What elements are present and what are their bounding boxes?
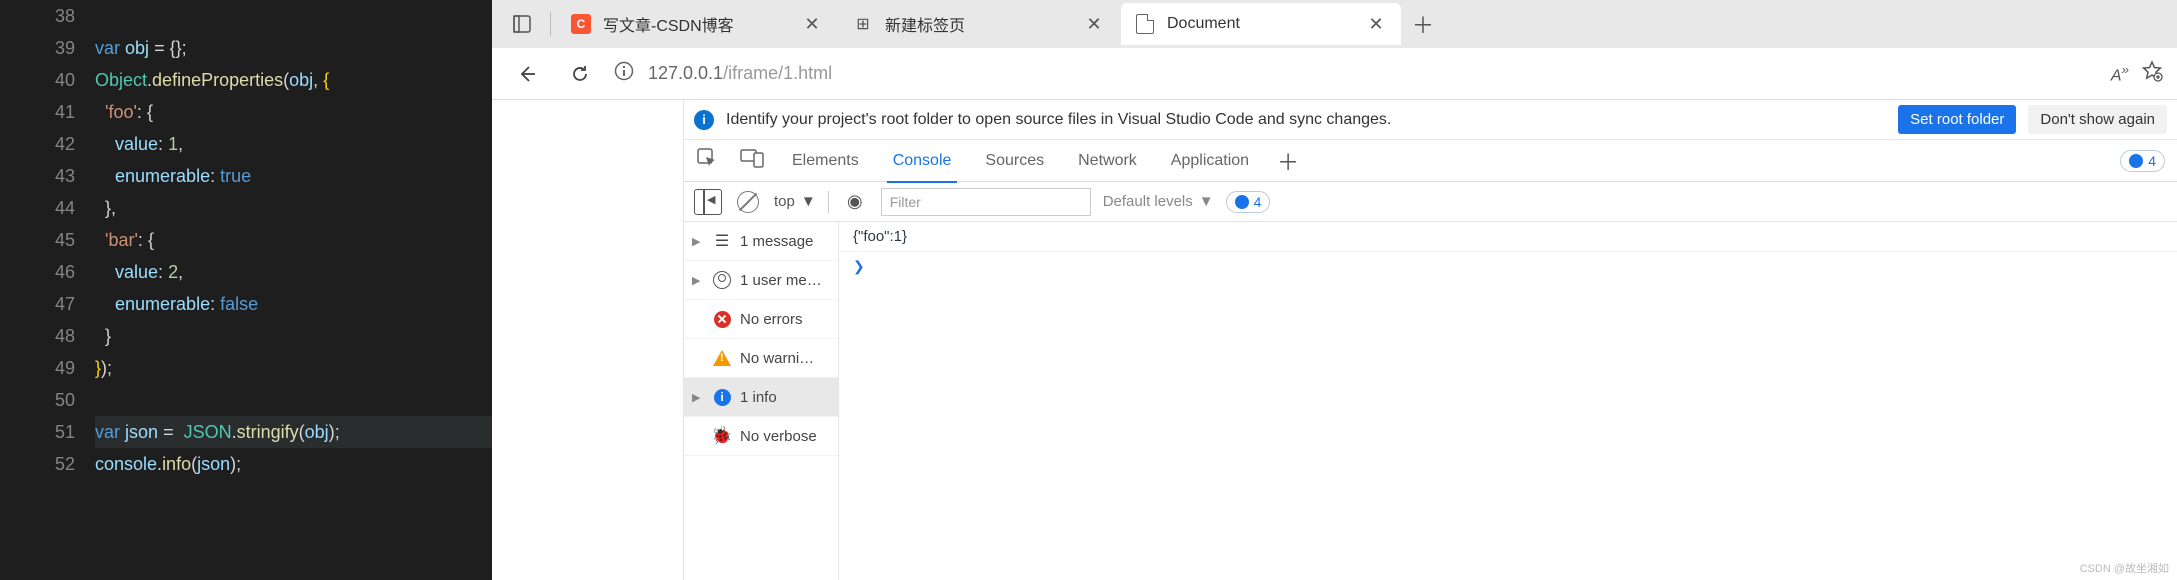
toggle-sidebar-icon[interactable] bbox=[694, 188, 722, 216]
code-line[interactable]: enumerable: true bbox=[95, 160, 492, 192]
close-icon[interactable]: ✕ bbox=[1083, 13, 1105, 35]
chevron-down-icon: ▼ bbox=[801, 193, 816, 210]
code-line[interactable]: var json = JSON.stringify(obj); bbox=[95, 416, 492, 448]
address-bar: 127.0.0.1/iframe/1.html A» bbox=[492, 48, 2177, 100]
favorites-icon[interactable] bbox=[2141, 60, 2163, 87]
code-line[interactable]: value: 1, bbox=[95, 128, 492, 160]
code-line[interactable]: enumerable: false bbox=[95, 288, 492, 320]
divider bbox=[828, 191, 829, 213]
code-line[interactable]: } bbox=[95, 320, 492, 352]
grid-icon: ⊞ bbox=[853, 14, 873, 34]
devtools-panel: i Identify your project's root folder to… bbox=[684, 100, 2177, 580]
code-line[interactable] bbox=[95, 384, 492, 416]
line-gutter: 383940414243444546474849505152 bbox=[0, 0, 95, 580]
dont-show-again-button[interactable]: Don't show again bbox=[2028, 105, 2167, 134]
info-icon: i bbox=[712, 387, 732, 407]
back-button[interactable] bbox=[506, 54, 546, 94]
code-line[interactable] bbox=[95, 0, 492, 32]
live-expression-icon[interactable]: ◉ bbox=[841, 188, 869, 216]
sidebar-verbose[interactable]: 🐞 No verbose bbox=[684, 417, 838, 456]
url-field[interactable]: 127.0.0.1/iframe/1.html bbox=[614, 61, 2097, 86]
code-line[interactable]: Object.defineProperties(obj, { bbox=[95, 64, 492, 96]
log-entry[interactable]: {"foo":1} bbox=[839, 222, 2177, 252]
site-info-icon[interactable] bbox=[614, 61, 634, 86]
expand-icon[interactable]: ▶ bbox=[692, 391, 704, 404]
infobar-text: Identify your project's root folder to o… bbox=[726, 111, 1886, 129]
tab-title: Document bbox=[1167, 15, 1353, 33]
code-line[interactable]: 'bar': { bbox=[95, 224, 492, 256]
device-toggle-icon[interactable] bbox=[740, 148, 764, 173]
issues-badge[interactable]: 4 bbox=[2120, 150, 2165, 172]
tab-newtab[interactable]: ⊞ 新建标签页 ✕ bbox=[839, 3, 1119, 45]
tab-document[interactable]: Document ✕ bbox=[1121, 3, 1401, 45]
console-output[interactable]: {"foo":1} ❯ bbox=[839, 222, 2177, 580]
browser-tabstrip: C 写文章-CSDN博客 ✕ ⊞ 新建标签页 ✕ Document ✕ ＋ bbox=[492, 0, 2177, 48]
warning-icon bbox=[712, 348, 732, 368]
browser-pane: C 写文章-CSDN博客 ✕ ⊞ 新建标签页 ✕ Document ✕ ＋ bbox=[492, 0, 2177, 580]
sidebar-errors[interactable]: No errors bbox=[684, 300, 838, 339]
context-selector[interactable]: top ▼ bbox=[774, 193, 816, 210]
code-line[interactable]: value: 2, bbox=[95, 256, 492, 288]
tab-elements[interactable]: Elements bbox=[786, 140, 865, 182]
expand-icon[interactable]: ▶ bbox=[692, 274, 704, 287]
url-host: 127.0.0.1 bbox=[648, 63, 723, 83]
reload-button[interactable] bbox=[560, 54, 600, 94]
sidebar-info[interactable]: ▶ i 1 info bbox=[684, 378, 838, 417]
url-path: /iframe/1.html bbox=[723, 63, 832, 83]
document-icon bbox=[1135, 14, 1155, 34]
inspect-icon[interactable] bbox=[696, 147, 718, 174]
info-icon: i bbox=[694, 110, 714, 130]
close-icon[interactable]: ✕ bbox=[801, 13, 823, 35]
code-line[interactable]: var obj = {}; bbox=[95, 32, 492, 64]
code-body[interactable]: var obj = {};Object.defineProperties(obj… bbox=[95, 0, 492, 580]
code-line[interactable]: }, bbox=[95, 192, 492, 224]
watermark: CSDN @故坐湘如 bbox=[2080, 560, 2169, 576]
clear-console-icon[interactable] bbox=[734, 188, 762, 216]
devtools-tabs: Elements Console Sources Network Applica… bbox=[684, 140, 2177, 182]
user-icon bbox=[712, 270, 732, 290]
sidebar-user-messages[interactable]: ▶ 1 user me… bbox=[684, 261, 838, 300]
chevron-down-icon: ▼ bbox=[1199, 193, 1214, 210]
more-tabs-icon[interactable]: ＋ bbox=[1277, 145, 1299, 177]
code-line[interactable]: 'foo': { bbox=[95, 96, 492, 128]
tab-application[interactable]: Application bbox=[1165, 140, 1255, 182]
set-root-folder-button[interactable]: Set root folder bbox=[1898, 105, 2016, 134]
console-prompt[interactable]: ❯ bbox=[839, 252, 2177, 281]
divider bbox=[550, 12, 551, 36]
new-tab-button[interactable]: ＋ bbox=[1403, 4, 1443, 44]
tab-actions-icon[interactable] bbox=[500, 4, 544, 44]
page-content bbox=[492, 100, 684, 580]
tab-sources[interactable]: Sources bbox=[979, 140, 1050, 182]
read-aloud-icon[interactable]: A» bbox=[2111, 62, 2129, 85]
sidebar-messages[interactable]: ▶ ☰ 1 message bbox=[684, 222, 838, 261]
console-sidebar: ▶ ☰ 1 message ▶ 1 user me… No errors bbox=[684, 222, 839, 580]
tab-csdn[interactable]: C 写文章-CSDN博客 ✕ bbox=[557, 3, 837, 45]
close-icon[interactable]: ✕ bbox=[1365, 13, 1387, 35]
code-line[interactable]: console.info(json); bbox=[95, 448, 492, 480]
code-line[interactable]: }); bbox=[95, 352, 492, 384]
error-icon bbox=[712, 309, 732, 329]
issues-count-badge[interactable]: 4 bbox=[1226, 191, 1271, 213]
sidebar-warnings[interactable]: No warni… bbox=[684, 339, 838, 378]
expand-icon[interactable]: ▶ bbox=[692, 235, 704, 248]
tab-console[interactable]: Console bbox=[887, 140, 958, 182]
tab-title: 新建标签页 bbox=[885, 12, 1071, 36]
filter-input[interactable] bbox=[881, 188, 1091, 216]
code-editor[interactable]: 383940414243444546474849505152 var obj =… bbox=[0, 0, 492, 580]
csdn-icon: C bbox=[571, 14, 591, 34]
log-levels-selector[interactable]: Default levels ▼ bbox=[1103, 193, 1214, 210]
tab-title: 写文章-CSDN博客 bbox=[603, 12, 789, 36]
list-icon: ☰ bbox=[712, 231, 732, 251]
devtools-infobar: i Identify your project's root folder to… bbox=[684, 100, 2177, 140]
tab-network[interactable]: Network bbox=[1072, 140, 1143, 182]
console-toolbar: top ▼ ◉ Default levels ▼ 4 bbox=[684, 182, 2177, 222]
bug-icon: 🐞 bbox=[712, 426, 732, 446]
